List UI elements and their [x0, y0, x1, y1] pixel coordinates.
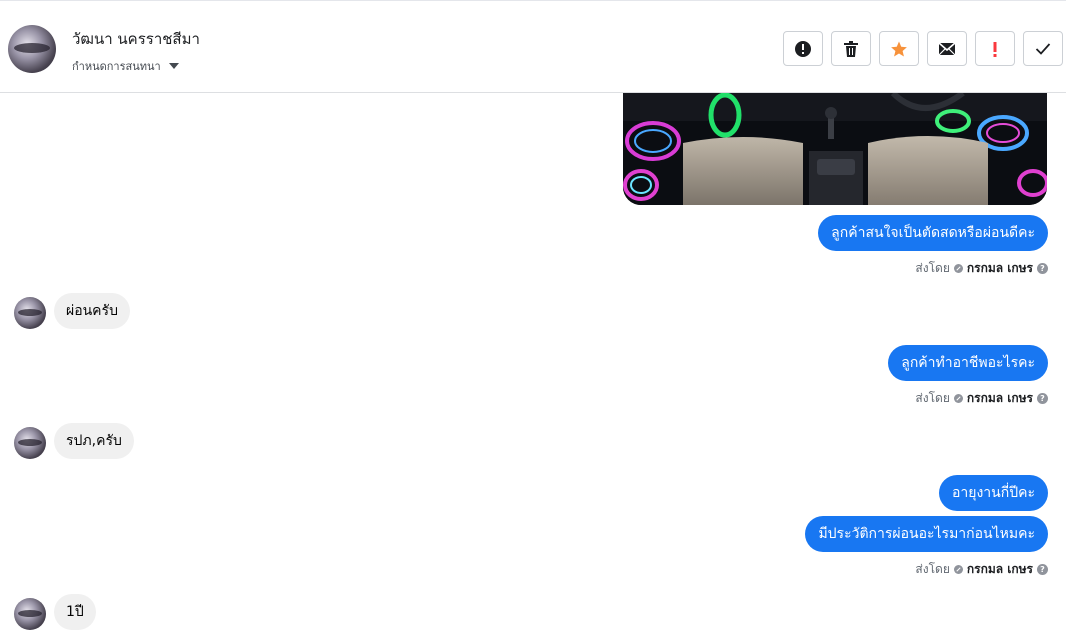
car-interior-photo	[623, 93, 1047, 205]
business-icon	[953, 394, 963, 403]
spam-button[interactable]	[783, 31, 823, 66]
assign-conversation-dropdown[interactable]: กำหนดการสนทนา	[72, 57, 179, 75]
envelope-icon	[938, 41, 956, 55]
sent-by-line: ส่งโดย กรกมล เกษร ?	[915, 259, 1048, 278]
sent-by-line: ส่งโดย กรกมล เกษร ?	[915, 389, 1048, 408]
message-image-attachment[interactable]	[623, 93, 1047, 205]
help-icon[interactable]: ?	[1037, 263, 1048, 274]
contact-avatar[interactable]	[8, 25, 56, 73]
contact-avatar-small[interactable]	[14, 297, 46, 329]
trash-icon	[844, 40, 858, 57]
alert-circle-icon	[795, 40, 811, 57]
incoming-message[interactable]: รปภ,ครับ	[54, 423, 134, 459]
check-icon	[1035, 42, 1051, 55]
outgoing-message[interactable]: ลูกค้าสนใจเป็นตัดสดหรือผ่อนดีคะ	[818, 215, 1048, 251]
help-icon[interactable]: ?	[1037, 564, 1048, 575]
outgoing-message[interactable]: มีประวัติการผ่อนอะไรมาก่อนไหมคะ	[805, 516, 1048, 552]
outgoing-message[interactable]: ลูกค้าทำอาชีพอะไรคะ	[888, 345, 1048, 381]
outgoing-message[interactable]: อายุงานกี่ปีคะ	[939, 475, 1048, 511]
sender-name[interactable]: กรกมล เกษร	[967, 389, 1033, 408]
assign-label: กำหนดการสนทนา	[72, 60, 161, 73]
star-button[interactable]	[879, 31, 919, 66]
contact-avatar-small[interactable]	[14, 598, 46, 630]
incoming-message[interactable]: ผ่อนครับ	[54, 293, 130, 329]
action-toolbar	[783, 31, 1063, 66]
sender-name[interactable]: กรกมล เกษร	[967, 259, 1033, 278]
exclamation-icon	[993, 41, 997, 57]
delete-button[interactable]	[831, 31, 871, 66]
conversation-header: วัฒนา นครราชสีมา กำหนดการสนทนา	[0, 0, 1066, 93]
sent-by-prefix: ส่งโดย	[915, 261, 950, 275]
mark-unread-button[interactable]	[927, 31, 967, 66]
incoming-message[interactable]: 1ปี	[54, 594, 96, 630]
follow-up-button[interactable]	[975, 31, 1015, 66]
sent-by-prefix: ส่งโดย	[915, 391, 950, 405]
contact-name[interactable]: วัฒนา นครราชสีมา	[72, 27, 200, 51]
star-icon	[891, 41, 907, 56]
sender-name[interactable]: กรกมล เกษร	[967, 560, 1033, 579]
business-icon	[953, 565, 963, 574]
business-icon	[953, 264, 963, 273]
contact-avatar-small[interactable]	[14, 427, 46, 459]
help-icon[interactable]: ?	[1037, 393, 1048, 404]
sent-by-line: ส่งโดย กรกมล เกษร ?	[915, 560, 1048, 579]
sent-by-prefix: ส่งโดย	[915, 562, 950, 576]
mark-done-button[interactable]	[1023, 31, 1063, 66]
caret-down-icon	[168, 63, 179, 69]
